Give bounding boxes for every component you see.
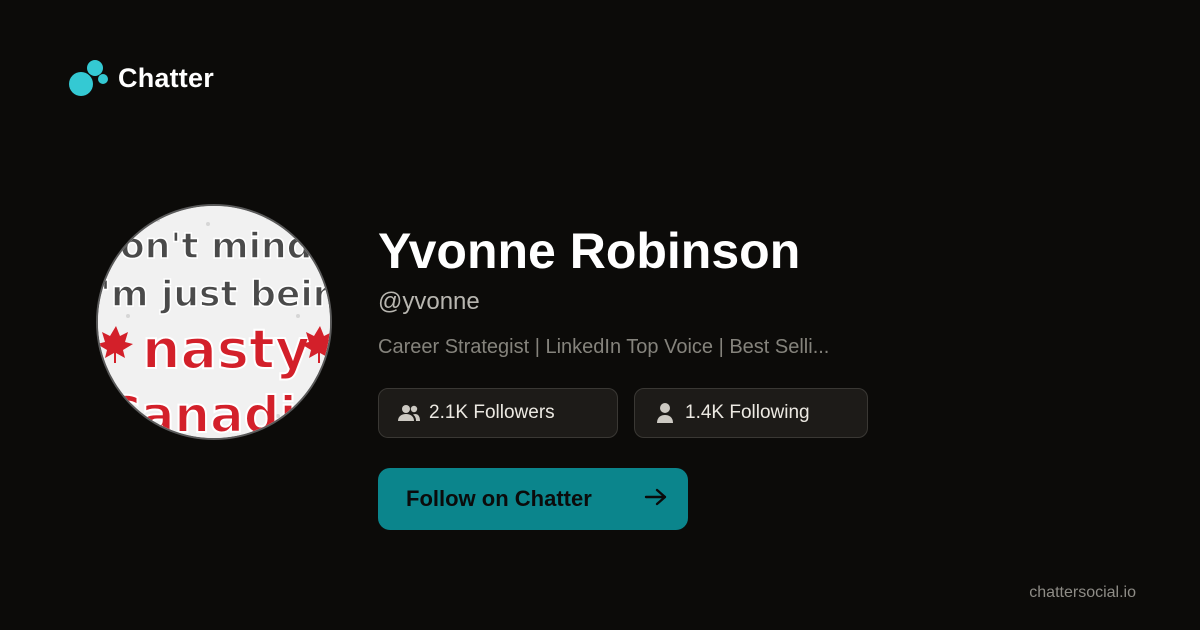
profile-bio: Career Strategist | LinkedIn Top Voice |… [378,336,830,358]
avatar-text-line4: Canadia [104,386,330,440]
avatar-text-line2: 'm just being [100,274,332,315]
avatar: on't mind m 'm just being nasty Canadia [96,204,332,440]
avatar-text-line3: nasty [142,318,310,381]
avatar-text-line1: on't mind m [120,226,332,267]
brand[interactable]: Chatter [68,58,214,98]
profile-handle: @yvonne [378,288,480,315]
follow-button[interactable]: Follow on Chatter [378,468,688,530]
follow-button-label: Follow on Chatter [406,486,592,511]
profile-name: Yvonne Robinson [378,223,801,279]
footer-domain[interactable]: chattersocial.io [1029,584,1136,602]
followers-label: 2.1K Followers [429,402,555,423]
following-stat[interactable]: 1.4K Following [634,388,868,438]
users-icon [397,401,421,425]
arrow-right-icon [644,487,668,512]
chatter-bubbles-icon [68,58,110,98]
followers-stat[interactable]: 2.1K Followers [378,388,618,438]
user-icon [653,401,677,425]
brand-name: Chatter [118,62,214,93]
following-label: 1.4K Following [685,402,810,423]
